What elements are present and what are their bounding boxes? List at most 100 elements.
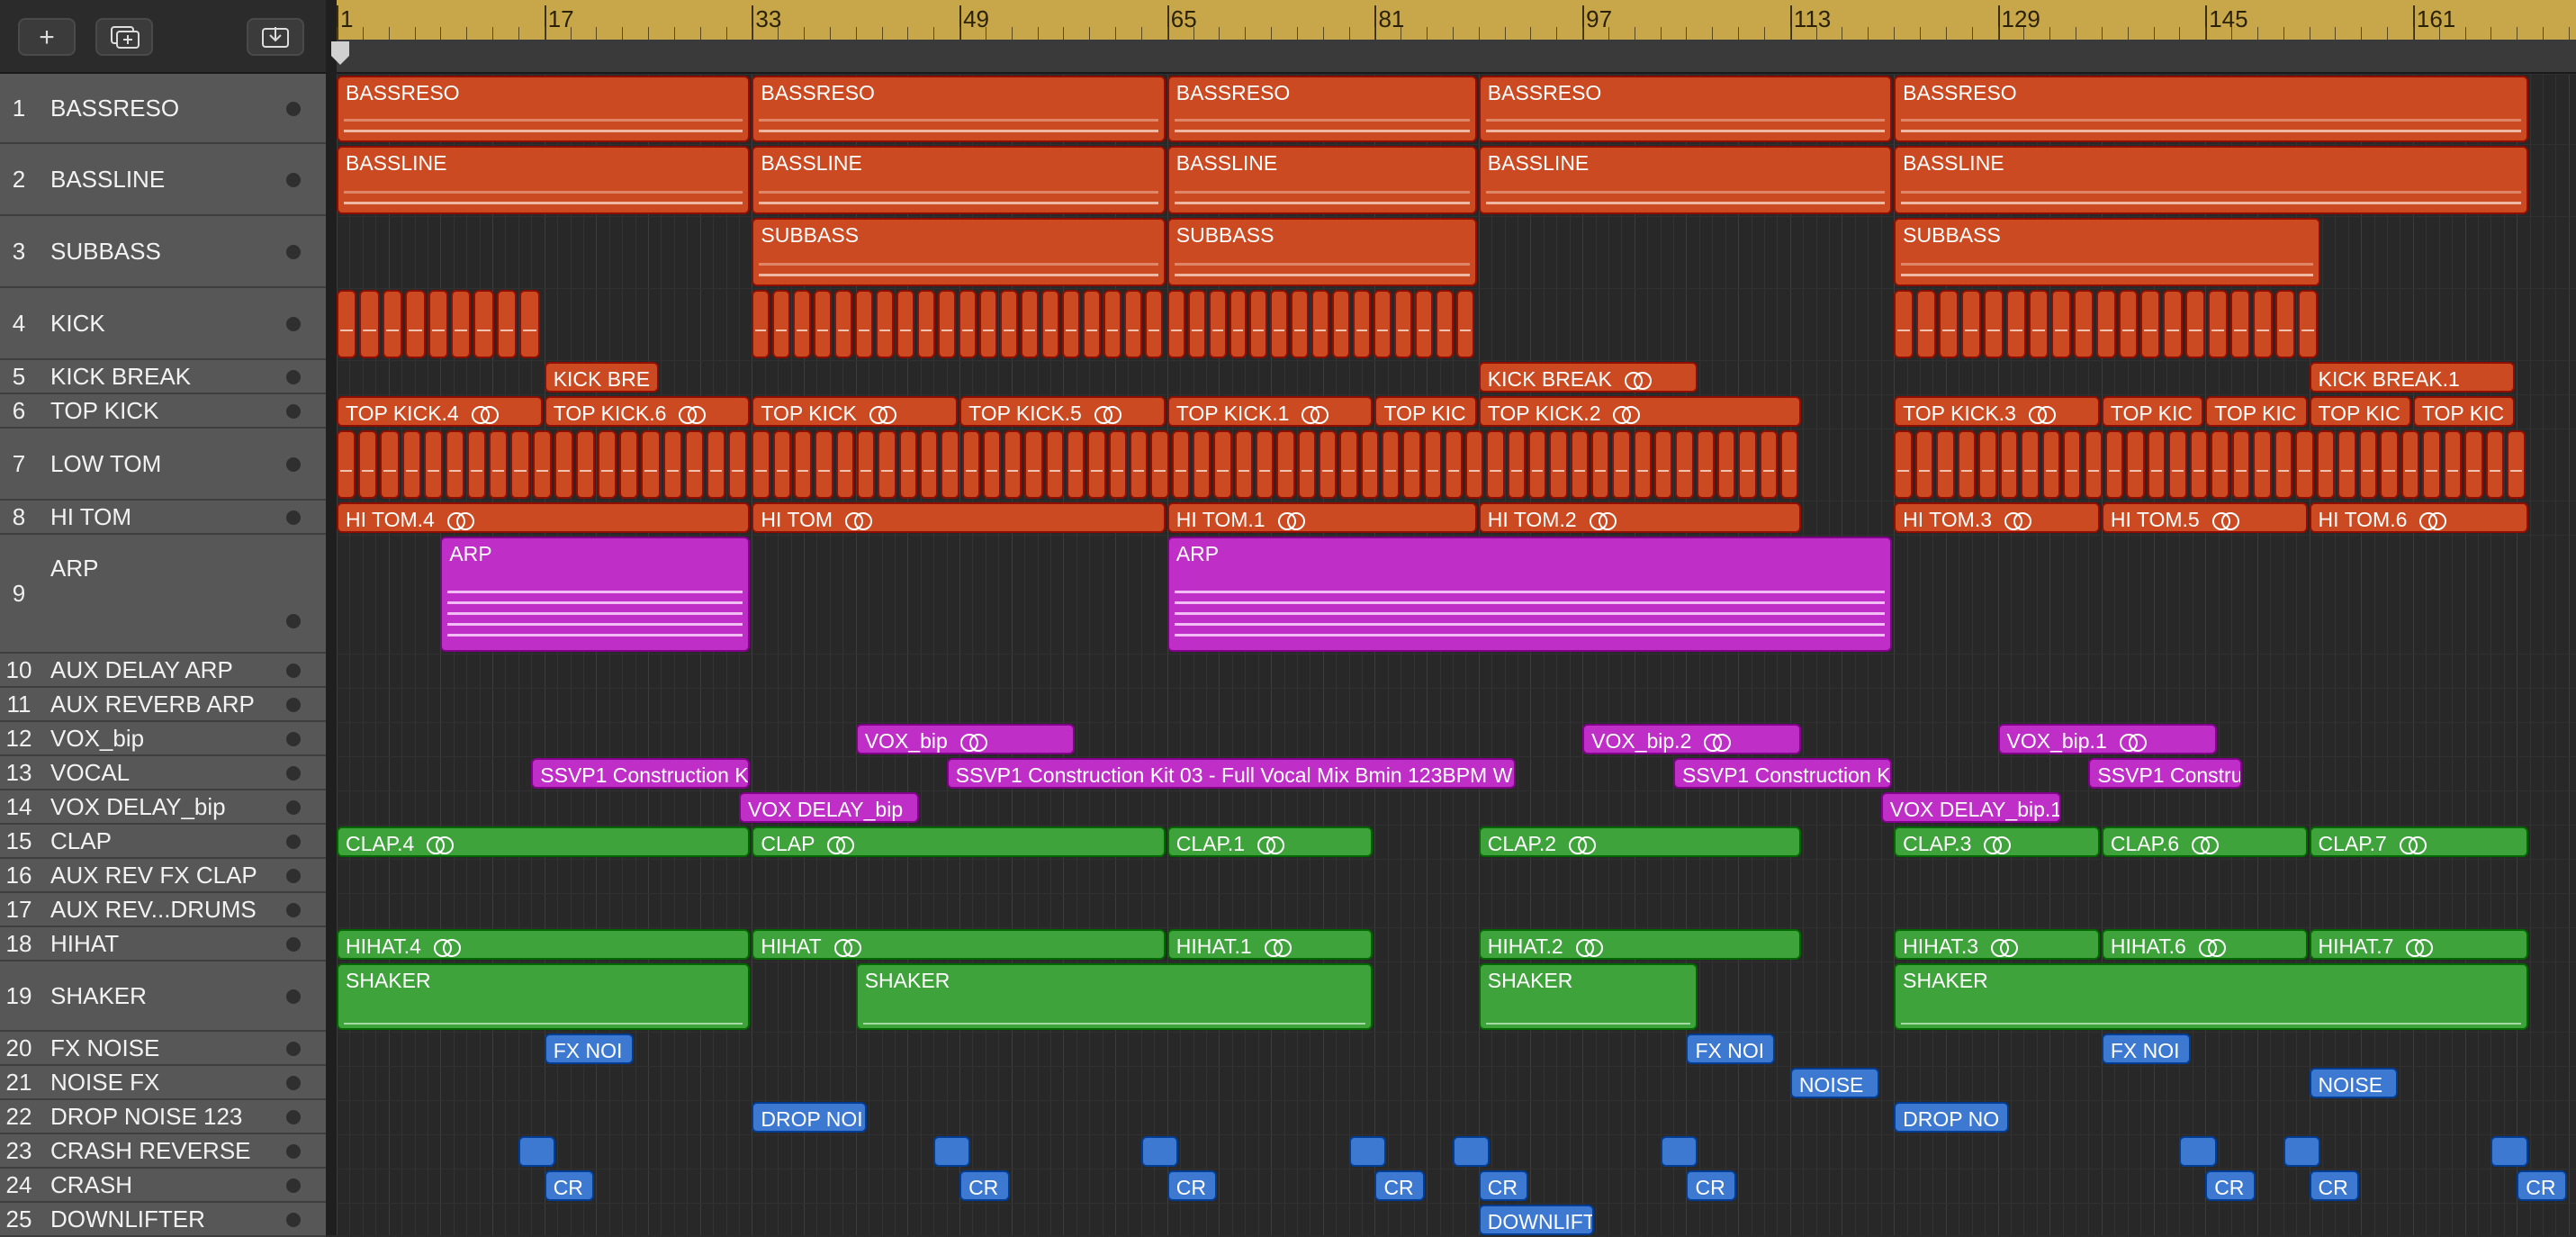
segment-region[interactable] xyxy=(1171,430,1191,499)
segment-region[interactable] xyxy=(2163,290,2184,358)
region[interactable]: HI TOM.2 xyxy=(1478,502,1802,533)
segment-region[interactable] xyxy=(598,430,617,499)
region[interactable]: CLAP xyxy=(752,826,1166,857)
segment-region[interactable] xyxy=(1999,430,2019,499)
region[interactable]: TOP KICK.6 xyxy=(544,396,751,427)
record-enable-button[interactable] xyxy=(286,903,301,917)
segment-region[interactable] xyxy=(1067,430,1085,499)
segment-region[interactable] xyxy=(941,430,959,499)
segment-region[interactable] xyxy=(856,430,876,499)
add-track-button[interactable]: + xyxy=(18,18,76,56)
segment-region[interactable] xyxy=(2298,290,2318,358)
region[interactable]: DROP NOI xyxy=(752,1102,868,1133)
track-header-5[interactable]: 5 KICK BREAK xyxy=(0,360,326,394)
record-enable-button[interactable] xyxy=(286,937,301,952)
region[interactable]: FX NOI xyxy=(544,1034,634,1064)
segment-region[interactable] xyxy=(2189,430,2209,499)
region[interactable]: SSVP1 Construction Kit 03 - Full Vocal M… xyxy=(946,758,1517,789)
region[interactable]: TOP KIC xyxy=(1374,396,1477,427)
segment-region[interactable] xyxy=(401,430,421,499)
region[interactable]: SSVP1 Construction K xyxy=(1673,758,1893,789)
region[interactable]: TOP KICK.2 xyxy=(1478,396,1802,427)
segment-region[interactable] xyxy=(1591,430,1610,499)
track-header-15[interactable]: 15 CLAP xyxy=(0,825,326,859)
segment-region[interactable] xyxy=(707,430,726,499)
download-button[interactable] xyxy=(247,18,304,56)
track-header-6[interactable]: 6 TOP KICK xyxy=(0,394,326,429)
segment-region[interactable] xyxy=(2021,430,2040,499)
region[interactable]: TOP KICK.3 xyxy=(1894,396,2100,427)
region[interactable] xyxy=(2490,1136,2528,1167)
segment-region[interactable] xyxy=(519,290,540,358)
region[interactable] xyxy=(1140,1136,1179,1167)
segment-region[interactable] xyxy=(619,430,639,499)
segment-region[interactable] xyxy=(896,290,915,358)
segment-region[interactable] xyxy=(1696,430,1715,499)
segment-region[interactable] xyxy=(2005,290,2026,358)
record-enable-button[interactable] xyxy=(286,1178,301,1193)
record-enable-button[interactable] xyxy=(286,614,301,628)
region[interactable]: KICK BREAK xyxy=(1478,362,1698,393)
segment-region[interactable] xyxy=(1339,430,1358,499)
segment-region[interactable] xyxy=(1455,290,1474,358)
region[interactable]: SUBBASS xyxy=(1894,218,2320,286)
region[interactable]: HI TOM xyxy=(752,502,1166,533)
region[interactable]: HIHAT.7 xyxy=(2309,929,2528,960)
region[interactable]: KICK BRE xyxy=(544,362,660,393)
region[interactable]: VOX_bip.1 xyxy=(1997,724,2217,754)
region[interactable]: SSVP1 Construction K xyxy=(531,758,751,789)
region[interactable]: BASSLINE xyxy=(1478,146,1893,214)
record-enable-button[interactable] xyxy=(286,800,301,815)
segment-region[interactable] xyxy=(878,430,896,499)
region[interactable] xyxy=(2179,1136,2217,1167)
segment-region[interactable] xyxy=(1716,430,1736,499)
segment-region[interactable] xyxy=(1916,290,1937,358)
region[interactable]: HIHAT.2 xyxy=(1478,929,1802,960)
record-enable-button[interactable] xyxy=(286,732,301,746)
segment-region[interactable] xyxy=(1507,430,1527,499)
track-header-19[interactable]: 19 SHAKER xyxy=(0,962,326,1032)
region[interactable]: FX NOI xyxy=(2101,1034,2191,1064)
record-enable-button[interactable] xyxy=(286,766,301,781)
track-header-4[interactable]: 4 KICK xyxy=(0,288,326,360)
segment-region[interactable] xyxy=(2275,290,2295,358)
segment-region[interactable] xyxy=(1423,430,1442,499)
region[interactable]: SSVP1 Constru xyxy=(2088,758,2243,789)
track-header-9[interactable]: 9 ARP xyxy=(0,535,326,654)
region[interactable]: CR xyxy=(1478,1170,1529,1201)
segment-region[interactable] xyxy=(1004,430,1022,499)
track-list-divider[interactable] xyxy=(326,0,337,1235)
segment-region[interactable] xyxy=(2337,430,2356,499)
segment-region[interactable] xyxy=(1000,290,1018,358)
segment-region[interactable] xyxy=(979,290,997,358)
segment-region[interactable] xyxy=(1633,430,1652,499)
segment-region[interactable] xyxy=(1675,430,1694,499)
segment-region[interactable] xyxy=(1894,290,1914,358)
segment-region[interactable] xyxy=(1486,430,1505,499)
region[interactable]: TOP KIC xyxy=(2101,396,2204,427)
segment-region[interactable] xyxy=(1208,290,1227,358)
record-enable-button[interactable] xyxy=(286,370,301,384)
segment-region[interactable] xyxy=(1654,430,1673,499)
segment-region[interactable] xyxy=(1270,290,1289,358)
segment-region[interactable] xyxy=(2211,430,2229,499)
region[interactable]: TOP KICK.4 xyxy=(337,396,543,427)
segment-region[interactable] xyxy=(532,430,552,499)
segment-region[interactable] xyxy=(1187,290,1206,358)
segment-region[interactable] xyxy=(752,290,770,358)
segment-region[interactable] xyxy=(1123,290,1142,358)
segment-region[interactable] xyxy=(1353,290,1372,358)
region[interactable] xyxy=(518,1136,556,1167)
segment-region[interactable] xyxy=(1360,430,1379,499)
segment-region[interactable] xyxy=(938,290,957,358)
track-header-21[interactable]: 21 NOISE FX xyxy=(0,1066,326,1100)
track-header-13[interactable]: 13 VOCAL xyxy=(0,756,326,790)
segment-region[interactable] xyxy=(1045,430,1065,499)
segment-region[interactable] xyxy=(2073,290,2094,358)
segment-region[interactable] xyxy=(575,430,596,499)
segment-region[interactable] xyxy=(1414,290,1433,358)
arrange-area[interactable]: BASSRESO BASSRESO BASSRESO BASSRESO BASSRESO… xyxy=(337,74,2576,1235)
segment-region[interactable] xyxy=(467,430,487,499)
region[interactable]: CR xyxy=(2517,1170,2567,1201)
segment-region[interactable] xyxy=(1234,430,1253,499)
